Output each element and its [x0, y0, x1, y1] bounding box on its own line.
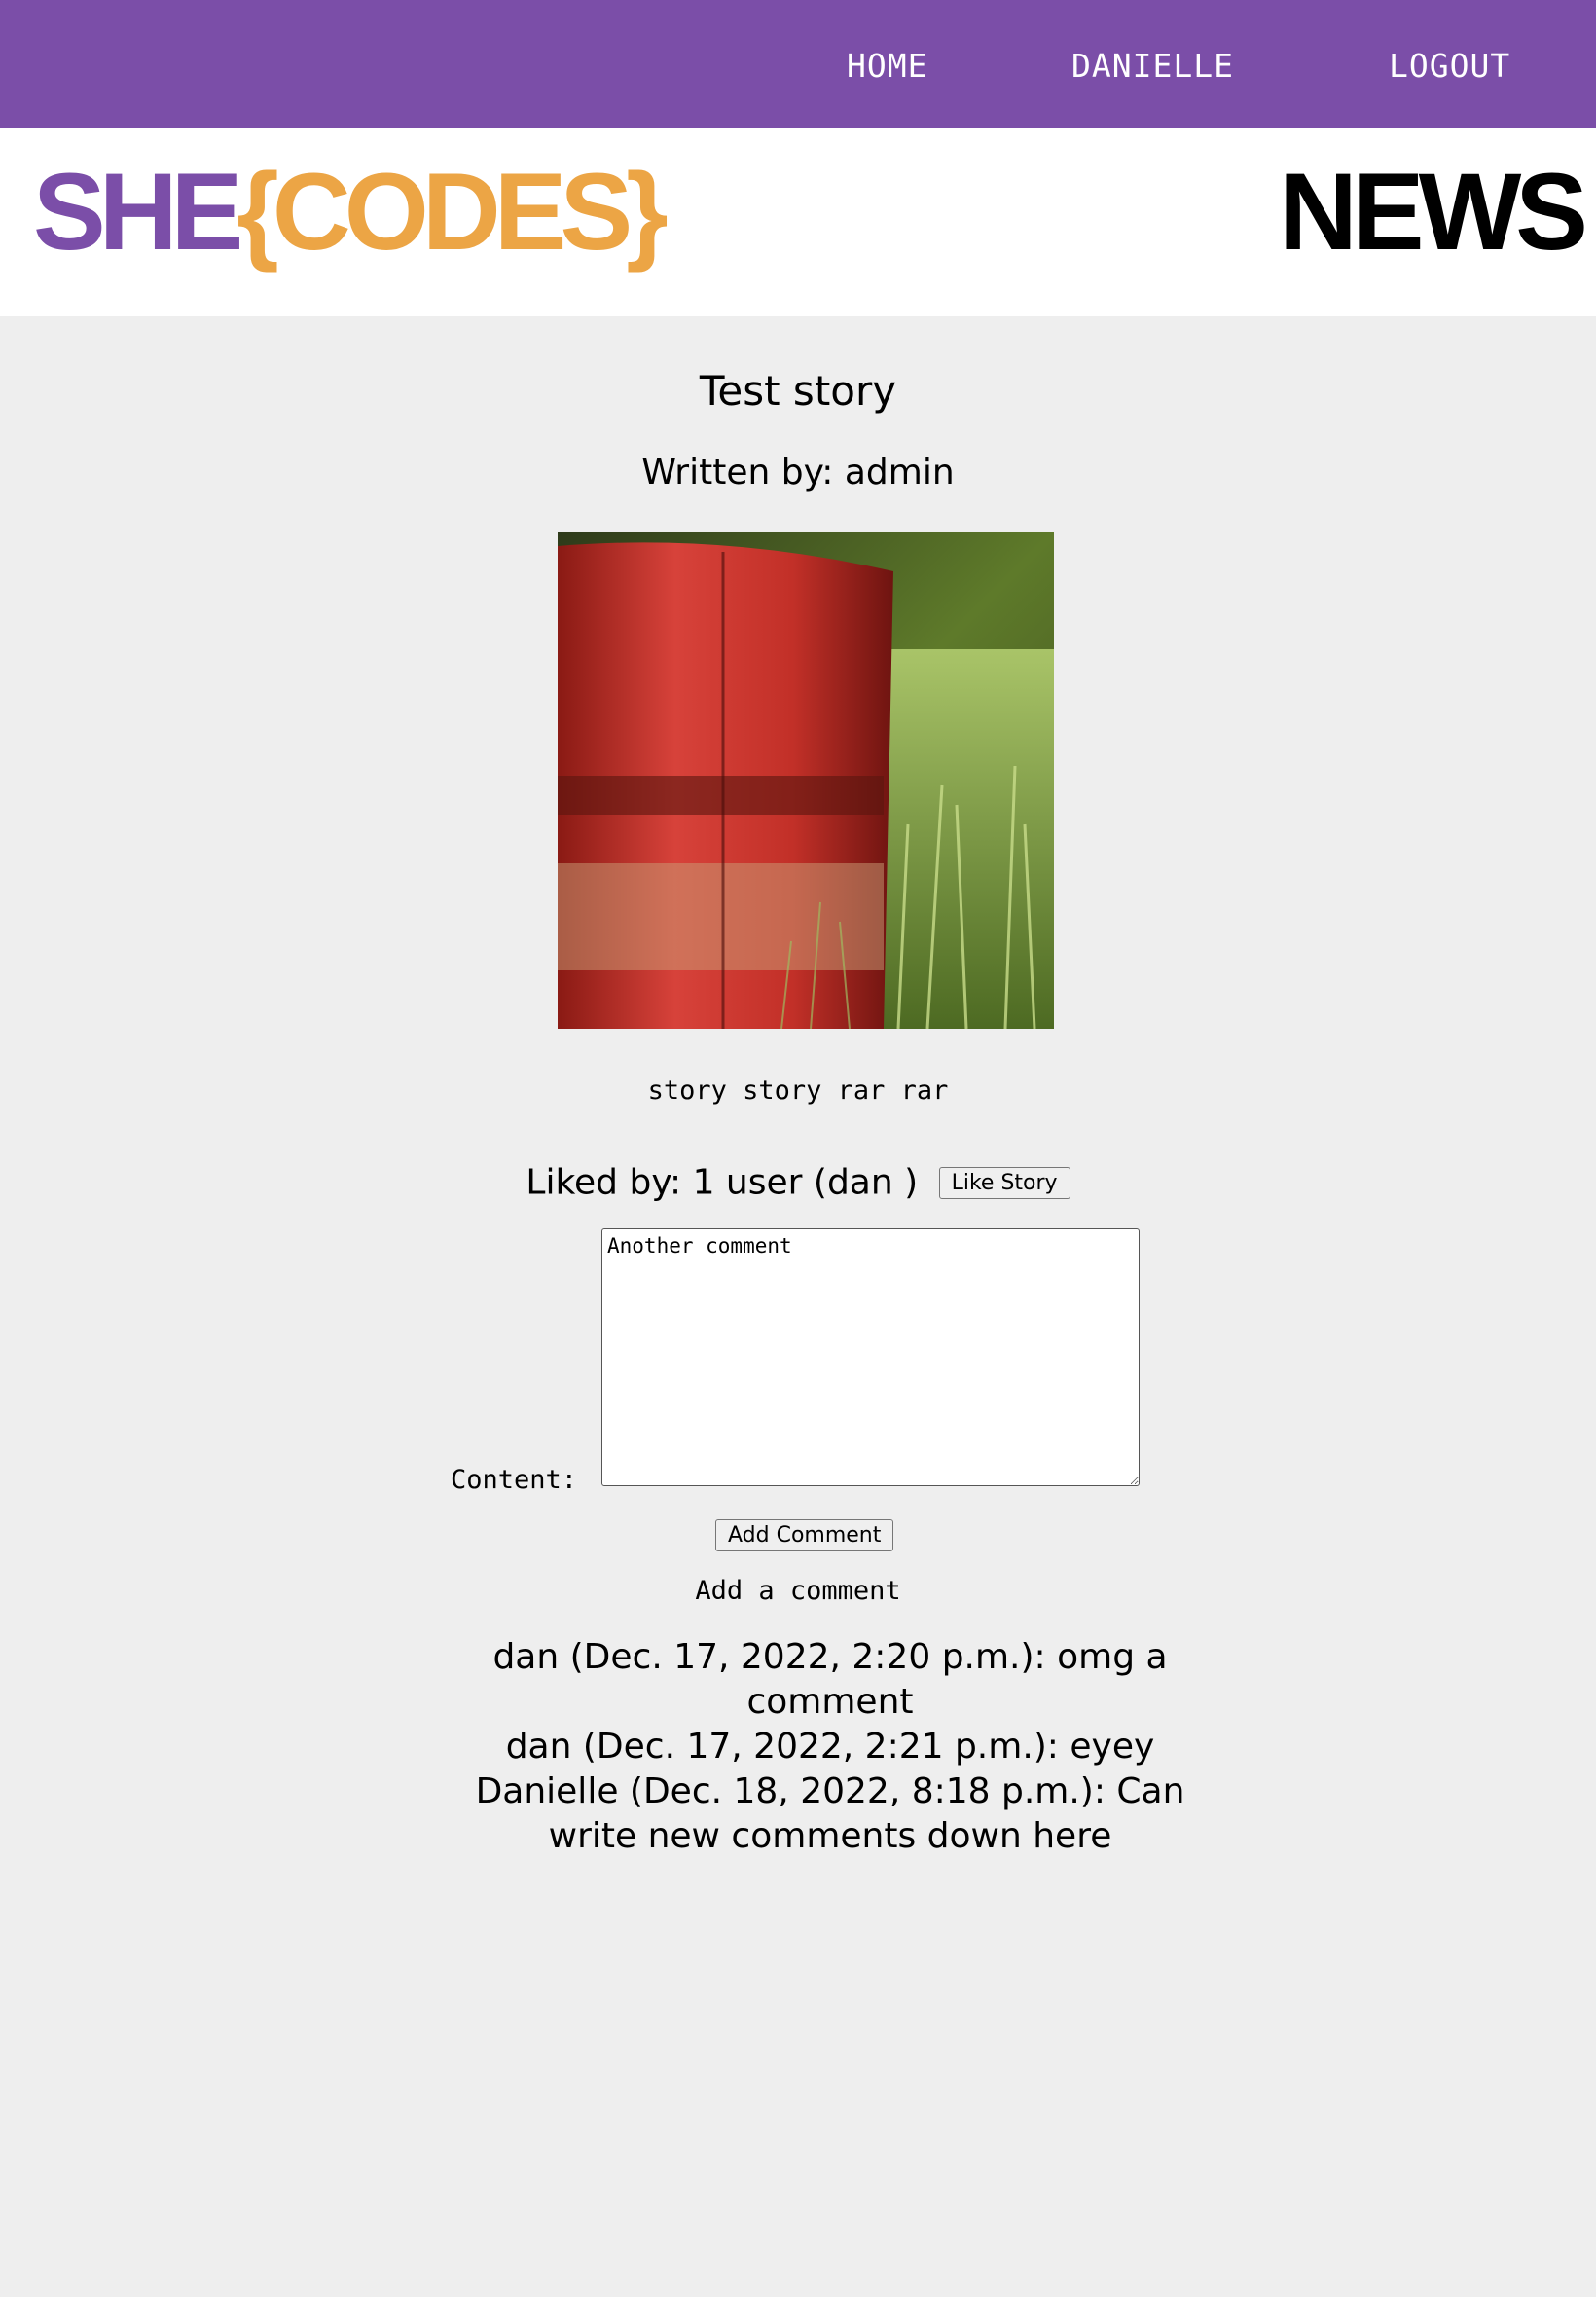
story-title: Test story: [699, 367, 897, 415]
top-navigation-bar: HOME DANIELLE LOGOUT: [0, 0, 1596, 128]
nav-home-link[interactable]: HOME: [847, 47, 927, 85]
story-body: story story rar rar: [647, 1076, 949, 1106]
story-image: [558, 532, 1054, 1029]
site-logo[interactable]: SHE{CODES}: [33, 158, 669, 267]
comment-item: dan (Dec. 17, 2022, 2:21 p.m.): eyey: [505, 1727, 1155, 1767]
add-comment-button[interactable]: Add Comment: [715, 1519, 894, 1551]
logo-news-text: NEWS: [1279, 151, 1588, 273]
content-label: Content:: [451, 1465, 578, 1495]
nav-logout-link[interactable]: LOGOUT: [1389, 47, 1510, 85]
comments-list: dan (Dec. 17, 2022, 2:20 p.m.): omg a co…: [441, 1635, 1219, 1859]
like-story-button[interactable]: Like Story: [938, 1166, 1070, 1199]
add-comment-heading: Add a comment: [695, 1576, 901, 1606]
logo-she-text: SHE: [33, 151, 243, 273]
comment-item: dan (Dec. 17, 2022, 2:20 p.m.): omg a co…: [492, 1637, 1168, 1722]
logo-codes-text: {CODES}: [236, 151, 668, 273]
nav-user-link[interactable]: DANIELLE: [1071, 47, 1234, 85]
likes-row: Liked by: 1 user (dan ) Like Story: [0, 1161, 1596, 1203]
comment-textarea[interactable]: Another comment: [601, 1228, 1140, 1486]
comment-item: Danielle (Dec. 18, 2022, 8:18 p.m.): Can…: [475, 1771, 1185, 1856]
likes-count: Liked by: 1 user (dan ): [526, 1162, 919, 1203]
story-author: Written by: admin: [641, 453, 955, 492]
brand-header: SHE{CODES} NEWS: [0, 128, 1596, 316]
